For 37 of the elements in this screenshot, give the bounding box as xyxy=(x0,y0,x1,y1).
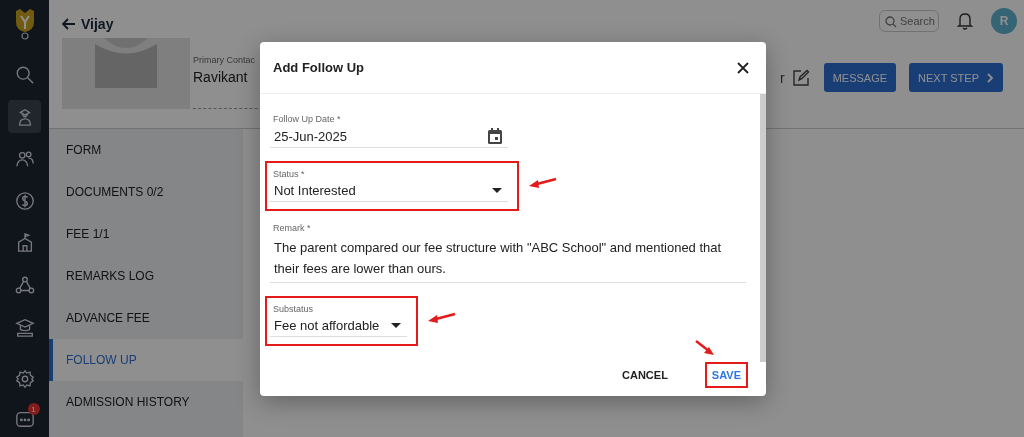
caret-icon[interactable] xyxy=(492,188,502,193)
annotation-arrow xyxy=(694,340,715,356)
nav-tab[interactable]: FORM xyxy=(49,129,243,171)
field-label: Primary Contac xyxy=(193,55,256,65)
calendar-icon[interactable] xyxy=(488,128,502,144)
save-button[interactable]: SAVE xyxy=(706,364,746,386)
select-field[interactable]: Status * Not Interested xyxy=(270,169,508,202)
edit-icon[interactable] xyxy=(791,68,810,87)
back-link[interactable]: Vijay xyxy=(62,16,114,32)
nav-tab[interactable]: FOLLOW UP xyxy=(49,339,243,381)
cancel-button[interactable]: CANCEL xyxy=(617,364,673,386)
nav-tab[interactable]: DOCUMENTS 0/2 xyxy=(49,171,243,213)
annotation-arrow xyxy=(428,312,456,324)
settings-icon[interactable] xyxy=(14,369,35,389)
action-button[interactable]: NEXT STEP xyxy=(909,63,1003,92)
date-field[interactable]: Follow Up Date * 25-Jun-2025 xyxy=(270,114,508,148)
caret-icon[interactable] xyxy=(391,323,401,328)
remark-field[interactable]: Remark * The parent compared our fee structure with "ABC School" and mentioned that their fees are lower than ours. xyxy=(270,223,746,283)
nav-tab[interactable]: FEE 1/1 xyxy=(49,213,243,255)
search-field[interactable]: Search xyxy=(879,10,939,32)
student-icon[interactable] xyxy=(8,100,41,133)
action-button[interactable]: MESSAGE xyxy=(823,63,897,92)
arrow-left-icon[interactable] xyxy=(62,18,76,30)
select-field[interactable]: Substatus Fee not affordable xyxy=(270,304,407,337)
notification-badge: 1 xyxy=(27,403,40,415)
bell-icon[interactable] xyxy=(957,12,973,30)
dialog-title: Add Follow Up xyxy=(273,60,364,75)
nav-tab[interactable]: ADVANCE FEE xyxy=(49,297,243,339)
chat-icon[interactable] xyxy=(14,409,35,429)
search-icon[interactable] xyxy=(885,16,897,28)
nav-tab[interactable]: REMARKS LOG xyxy=(49,255,243,297)
field-value: r xyxy=(780,69,785,86)
logo-icon xyxy=(13,8,36,40)
annotation-arrow xyxy=(529,177,557,189)
close-icon[interactable] xyxy=(737,61,749,74)
field-value: Ravikant xyxy=(193,69,249,85)
nav-tab[interactable]: ADMISSION HISTORY xyxy=(49,381,243,423)
